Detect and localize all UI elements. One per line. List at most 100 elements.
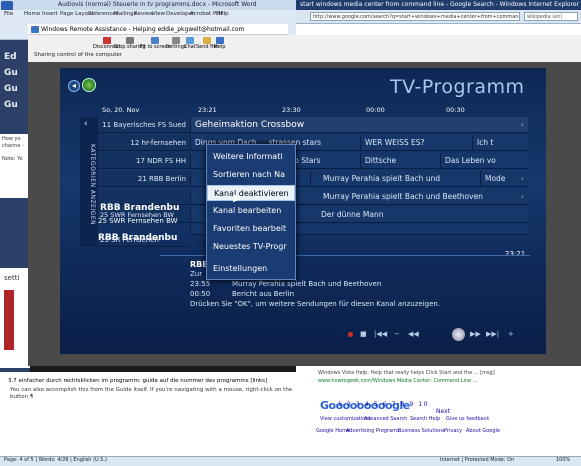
side-label: Gu [4,100,18,110]
rewind-icon[interactable]: ◀◀ [408,330,419,338]
search-result-snippet: Windows Vista Help: Help that really hel… [318,370,495,376]
side-note-2: Note: Yo [2,156,23,162]
channel-cell[interactable]: 12 hr-fernsehen [98,135,190,151]
detail-program: Murray Perahia spielt Bach und Beethoven [232,280,382,288]
google-home-link[interactable]: Google Home [316,428,350,434]
word-window-title: Audiovis (normal) Steuerle in tv program… [58,1,257,8]
browser-status-text: Internet | Protected Mode: On [440,457,515,463]
page-title: TV-Programm [390,76,525,98]
program-cell[interactable]: Geheimaktion Crossbow [190,117,528,133]
volume-up-icon[interactable]: + [508,330,514,338]
business-link[interactable]: Business Solutions [398,428,445,434]
guide-row[interactable]: 25 SR Fernsehen [98,233,528,247]
side-label: Gu [4,84,18,94]
skip-back-icon[interactable]: |◀◀ [374,330,387,338]
help-button[interactable]: Help [214,37,225,50]
doc-heading: 3.7 einfacher durch rechtsklicken im pro… [8,378,268,384]
time-header: 00:30 [446,106,465,114]
address-input[interactable]: http://www.google.com/search?q=start+win… [310,12,520,21]
show-categories-label[interactable]: KATEGORIEN ANZEIGEN [82,125,96,245]
help-icon [215,37,224,44]
channel-cell[interactable]: 11 Bayerisches FS Sued [98,117,190,133]
ribbon-tab-view[interactable]: View [152,11,165,17]
fit-screen-icon [151,37,160,44]
fast-forward-icon[interactable]: ▶▶ [470,330,481,338]
time-header: 23:21 [198,106,217,114]
privacy-link[interactable]: Privacy [444,428,462,434]
program-cell[interactable]: WER WEISS ES? [360,135,472,151]
side-label: Ed [4,52,17,62]
word-status-text: Page: 4 of 5 | Words: 4/26 | English (U.… [4,457,107,463]
gear-icon [172,37,181,44]
doc-paragraph: You can also accomplish this from the Gu… [10,387,294,393]
info-time: 23:21 [505,250,526,258]
chevron-right-icon: › [520,192,524,201]
time-header: 23:30 [282,106,301,114]
channel-cell[interactable]: 17 NDR FS HH [98,153,190,169]
next-page-link[interactable]: Next [436,408,450,415]
advertising-link[interactable]: Advertising Programs [346,428,400,434]
record-icon[interactable] [348,332,353,337]
program-cell[interactable]: Dittsche [360,153,440,169]
stop-icon[interactable]: ■ [360,330,367,338]
ra-status-text: Sharing control of the computer [34,52,123,58]
send-file-icon [202,37,211,44]
program-cell[interactable]: Das Leben vo [440,153,528,169]
advanced-search-link[interactable]: Advanced Search [364,416,407,422]
ra-window-title: Windows Remote Assistance - Helping eddi… [41,26,245,33]
guide-date: So, 20. Nov [102,106,140,114]
disconnect-icon [102,37,111,44]
settings-label: setti [4,274,20,282]
program-cell[interactable]: Murray Perahia spielt Bach und [310,171,480,187]
guide-row[interactable]: 12 hr-fernsehen Dings vom Dach ... stras… [98,135,528,151]
ribbon-tab-help[interactable]: Help [216,11,229,17]
ribbon-tab-file[interactable]: File [4,11,13,17]
feedback-link[interactable]: Give us feedback [446,416,489,422]
ribbon-tab-insert[interactable]: Insert [42,11,58,17]
windows-start-button[interactable] [82,78,96,92]
chat-button[interactable]: Chat [184,37,196,50]
channel-cell[interactable]: 25 SR Fernsehen [98,233,190,247]
program-cell[interactable]: Ich t [472,135,528,151]
selected-channel-title[interactable]: RBB Brandenbu [100,203,190,215]
search-result-url[interactable]: www.howtogeek.com/Windows Media Center: … [318,378,478,384]
menu-item-disable-channel[interactable]: Kanal deaktivieren [207,185,295,201]
channel-context-menu: Weitere Informati Sortieren nach Na Kana… [206,144,296,280]
detail-program: Bericht aus Berlin [232,290,295,298]
detail-note: Drücken Sie "OK", um weitere Sendungen f… [190,300,441,308]
guide-row[interactable]: 17 NDR FS HH ...tclub Stars Dittsche Das… [98,153,528,169]
about-google-link[interactable]: About Google [466,428,500,434]
menu-item-sort-by-name[interactable]: Sortieren nach Na [207,167,295,183]
detail-time: 23:55 [190,280,211,288]
selected-channel-sub: 25 SWR Fernsehen BW [98,217,178,225]
doc-paragraph-2: button.¶ [10,394,34,400]
browser-search-input[interactable]: wikipedia (en) [524,12,578,21]
page-numbers[interactable]: 1 2 3 4 5 6 7 8 9 10 [338,401,429,408]
guide-row[interactable]: 21 RBB Berlin Murray Perahia spielt Bach… [98,171,528,187]
time-header: 00:00 [366,106,385,114]
side-label: Gu [4,68,18,78]
menu-item-settings[interactable]: Einstellungen [207,261,295,277]
detail-time: 00:50 [190,290,211,298]
menu-item-more-info[interactable]: Weitere Informati [207,149,295,165]
ribbon-tab-home[interactable]: Home [24,11,40,17]
remote-assistance-icon [31,26,39,33]
back-button[interactable]: ◂ [68,80,80,92]
search-help-link[interactable]: Search Help [410,416,440,422]
channel-cell[interactable]: 21 RBB Berlin [98,171,190,187]
menu-item-edit-channel[interactable]: Kanal bearbeiten [207,203,295,219]
ribbon-tab-review[interactable]: Review [134,11,154,17]
guide-row[interactable]: 11 Bayerisches FS Sued Geheimaktion Cros… [98,117,528,133]
volume-down-icon[interactable]: − [394,330,400,338]
browser-statusbar [296,456,581,466]
skip-forward-icon[interactable]: ▶▶| [486,330,499,338]
zoom-level[interactable]: 100% [556,457,570,463]
side-note: How yo channe - [0,134,30,198]
stop-sharing-icon [125,37,134,44]
play-button[interactable] [452,328,465,341]
browser-window-title: start windows media center from command … [300,1,580,8]
settings-list [4,290,14,350]
settings-panel: setti [0,268,30,368]
menu-item-edit-favorites[interactable]: Favoriten bearbeit [207,221,295,237]
menu-item-latest-guide[interactable]: Neuestes TV-Progr [207,239,295,255]
